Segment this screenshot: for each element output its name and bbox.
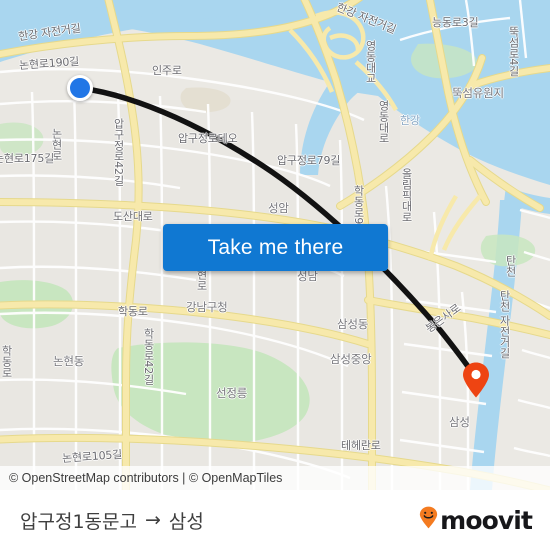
map-canvas[interactable]: 한강 자전거길 한강 자전거길 능동로3길 논현로190길 인주로 뚝섬로4길 뚝섬유원지 영… [0,0,550,490]
origin-marker[interactable] [67,75,93,101]
pin-inner-dot [471,369,481,380]
take-me-there-button[interactable]: Take me there [163,224,388,271]
take-me-there-label: Take me there [207,235,344,259]
route-title: 압구정1동문고 → 삼성 [20,507,204,534]
arrow-right-icon: → [144,509,161,531]
pin-shape [463,362,489,398]
moovit-map-screenshot: 한강 자전거길 한강 자전거길 능동로3길 논현로190길 인주로 뚝섬로4길 뚝섬유원지 영… [0,0,550,550]
map-attribution: © OpenStreetMap contributors | © OpenMap… [0,466,550,490]
route-origin-label: 압구정1동문고 [20,510,137,533]
moovit-logo[interactable]: moovit [419,505,533,535]
attribution-text: © OpenStreetMap contributors | © OpenMap… [9,471,283,485]
footer-bar: 압구정1동문고 → 삼성 moovit [0,490,550,550]
moovit-wordmark: moovit [440,505,533,535]
route-destination-label: 삼성 [168,510,204,533]
moovit-pin-icon [419,506,438,534]
destination-marker[interactable] [462,362,490,398]
